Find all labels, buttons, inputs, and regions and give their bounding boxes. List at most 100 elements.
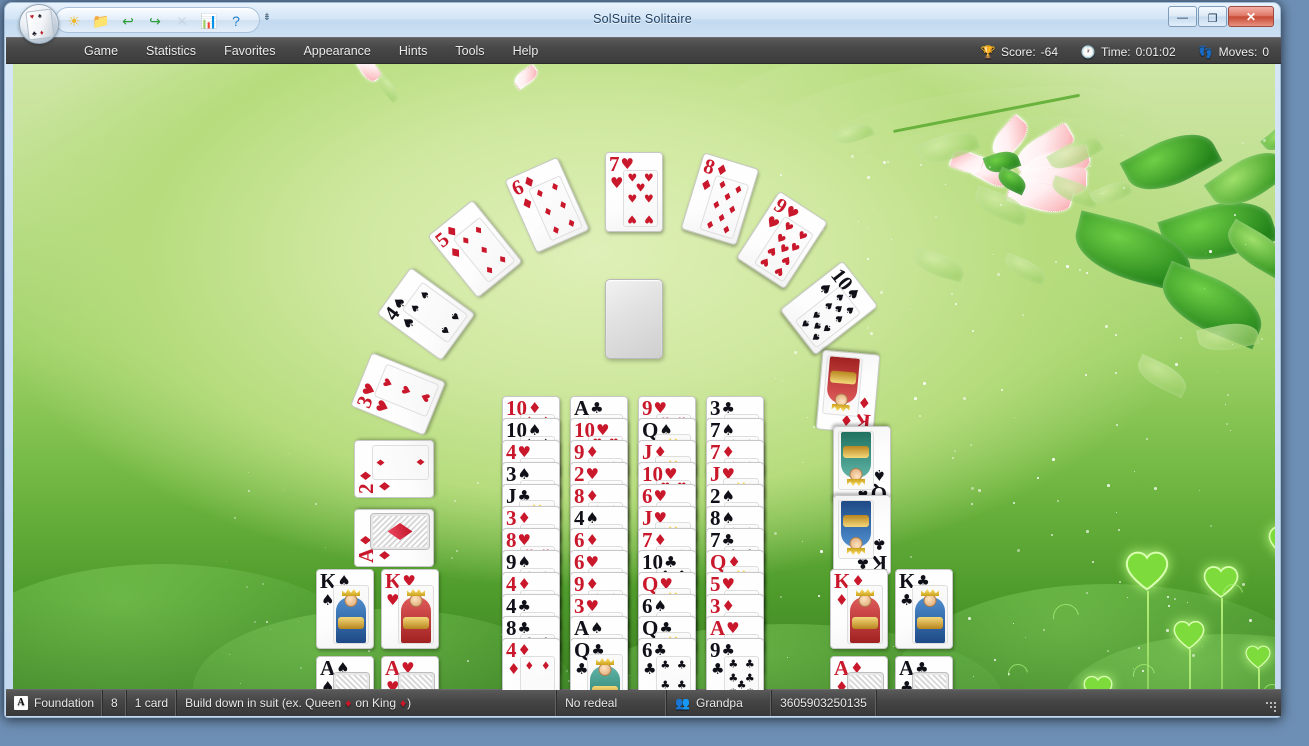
arc-card[interactable]: K ♦ ♦ (815, 349, 881, 435)
menu-game[interactable]: Game (70, 38, 132, 65)
menu-hints[interactable]: Hints (385, 38, 441, 65)
arc-card[interactable]: Q ♠ ♠ (833, 426, 891, 506)
rule-mid: on King (355, 696, 397, 710)
sparkle (775, 378, 777, 380)
stock-pile[interactable] (605, 279, 663, 359)
sparkle (970, 444, 973, 447)
sparkle (315, 503, 318, 506)
card-rank: 7 (710, 418, 721, 442)
waste-card[interactable]: A ♦ ♦ (354, 509, 434, 567)
card-rank: A (354, 547, 378, 563)
statistics-icon[interactable]: 📊 (200, 12, 218, 30)
background-leaf (1260, 110, 1275, 158)
card-pip-field: ♦♦♦♦ (520, 656, 555, 690)
toolbar-overflow-icon[interactable]: ⇟ (260, 12, 274, 28)
glow-heart (1083, 674, 1113, 690)
sparkle (1115, 334, 1118, 337)
arc-card[interactable]: 8 ♦ ♦ ♦ ♦ ♦ ♦ ♦ ♦ ♦ ♦ (680, 152, 760, 246)
tableau-card[interactable]: Q ♣ ♣ (570, 638, 628, 690)
sparkle (368, 650, 370, 652)
card-pip: ♥ (627, 192, 638, 205)
tableau-card[interactable]: 9 ♣ ♣ ♣♣♣♣♣♣♣♣♣ (706, 638, 764, 690)
card-rank: A (320, 656, 336, 680)
foundation-card[interactable]: K ♦ ♦ (830, 569, 888, 649)
card-rank: A (834, 656, 850, 680)
card-back-pattern: ♣ (912, 672, 949, 690)
arc-card[interactable]: 4 ♠ ♠ ♠ ♠ ♠ ♠ (376, 267, 476, 361)
card-back-pattern: ♥ (398, 672, 435, 690)
card-pip: ♥ (627, 212, 638, 226)
moves-status: 👣 Moves: 0 (1198, 44, 1269, 60)
foundation-card[interactable]: K ♣ ♣ (895, 569, 953, 649)
card-rank: J (710, 462, 721, 486)
arc-card[interactable]: 7 ♥ ♥ ♥ ♥ ♥ ♥ ♥ ♥ ♥ (605, 152, 663, 232)
card-pip: ♣ (676, 658, 687, 672)
sparkle (1017, 549, 1020, 552)
arc-card[interactable]: 3 ♥ ♥ ♥ ♥ ♥ (350, 352, 446, 436)
help-icon[interactable]: ? (227, 12, 245, 30)
sparkle (1217, 371, 1219, 373)
tableau-card[interactable]: 4 ♦ ♦ ♦♦♦♦ (502, 638, 560, 690)
sparkle (870, 156, 872, 158)
sparkle (870, 332, 873, 335)
card-rank: 9 (710, 638, 721, 662)
sparkle (910, 309, 911, 310)
sparkle (968, 617, 971, 620)
menu-appearance[interactable]: Appearance (289, 38, 384, 65)
menu-help[interactable]: Help (499, 38, 553, 65)
foundation-card[interactable]: K ♠ ♠ (316, 569, 374, 649)
window-controls: — ❐ ✕ (1167, 6, 1274, 27)
card-rank: 3 (506, 462, 517, 486)
redo-icon[interactable]: ↪ (146, 12, 164, 30)
court-sash (403, 617, 429, 629)
close-button[interactable]: ✕ (1228, 6, 1274, 27)
glow-heart (1245, 644, 1271, 670)
sparkle (867, 176, 870, 179)
menu-tools[interactable]: Tools (441, 38, 498, 65)
card-pip-field: ♣♣♣♣♣♣ (656, 656, 691, 690)
card-pip: ♣ (660, 658, 671, 672)
waste-card[interactable]: 2 ♦ ♦ ♦ ♦ (354, 440, 434, 498)
app-logo-orb[interactable]: ♥ ♠ ♣ ♦ (19, 4, 59, 44)
arc-card[interactable]: K ♣ ♣ (833, 495, 891, 575)
card-large-pip: ♦ (376, 548, 394, 562)
foundation-card[interactable]: A ♠ ♠ ♠ (316, 656, 374, 690)
arc-card[interactable]: 10 ♠ ♠ ♠ ♠ ♠ ♠ ♠ ♠ ♠ ♠ ♠ ♠ (779, 260, 879, 356)
game-board[interactable]: 3 ♥ ♥ ♥ ♥ ♥ 4 ♠ ♠ ♠ ♠ ♠ ♠ 5 ♦ ♦ ♦ ♦ ♦ ♦ … (13, 64, 1275, 690)
maximize-button[interactable]: ❐ (1198, 6, 1227, 27)
foundation-card[interactable]: A ♥ ♥ ♥ (381, 656, 439, 690)
open-game-icon[interactable]: 📁 (92, 12, 110, 30)
card-rank: J (506, 484, 517, 508)
new-game-icon[interactable]: ☀ (65, 12, 83, 30)
sparkle (1166, 629, 1169, 632)
card-pip-field: ♦ ♦ (372, 445, 429, 480)
sparkle (923, 382, 926, 385)
menu-favorites[interactable]: Favorites (210, 38, 289, 65)
game-name-status: 👥 Grandpa (667, 690, 773, 716)
foundation-card[interactable]: A ♣ ♣ ♣ (895, 656, 953, 690)
card-back-pattern (847, 672, 884, 690)
tableau-card[interactable]: 6 ♣ ♣ ♣♣♣♣♣♣ (638, 638, 696, 690)
sparkle (1043, 629, 1045, 631)
sparkle (1055, 261, 1058, 264)
heart-stem (1221, 598, 1223, 690)
arc-card[interactable]: 9 ♥ ♥ ♥ ♥ ♥ ♥ ♥ ♥ ♥ ♥ ♥ (735, 190, 829, 290)
card-pip: ♥ (771, 262, 788, 280)
menu-statistics[interactable]: Statistics (132, 38, 210, 65)
foundation-card[interactable]: K ♥ ♥ (381, 569, 439, 649)
sparkle (954, 450, 957, 453)
undo-icon[interactable]: ↩ (119, 12, 137, 30)
sparkle (820, 550, 823, 553)
card-rank: 3 (710, 396, 721, 420)
arc-card[interactable]: 5 ♦ ♦ ♦ ♦ ♦ ♦ ♦ (427, 199, 523, 299)
sparkle (1199, 490, 1201, 492)
minimize-button[interactable]: — (1168, 6, 1197, 27)
card-pip: ♦ (374, 457, 388, 468)
sparkle (1079, 269, 1081, 271)
resize-grip[interactable] (1262, 698, 1278, 714)
arc-card[interactable]: 6 ♦ ♦ ♦ ♦ ♦ ♦ ♦ ♦ (504, 156, 590, 254)
sparkle (1086, 592, 1088, 594)
foundation-card[interactable]: A ♦ ♦ (830, 656, 888, 690)
orb-card-icon: ♥ ♠ ♣ ♦ (25, 8, 55, 41)
sparkle (891, 239, 892, 240)
